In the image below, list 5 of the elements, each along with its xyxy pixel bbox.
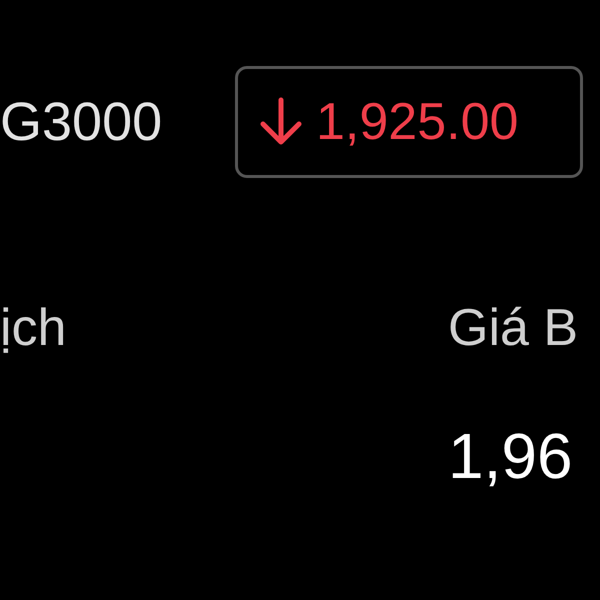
column-value: 1,96	[448, 424, 574, 488]
symbol-label: G3000	[0, 95, 164, 149]
column-header: ịch	[0, 298, 68, 359]
price-value: 1,925.00	[316, 96, 518, 148]
column-header: Giá B	[448, 298, 580, 359]
